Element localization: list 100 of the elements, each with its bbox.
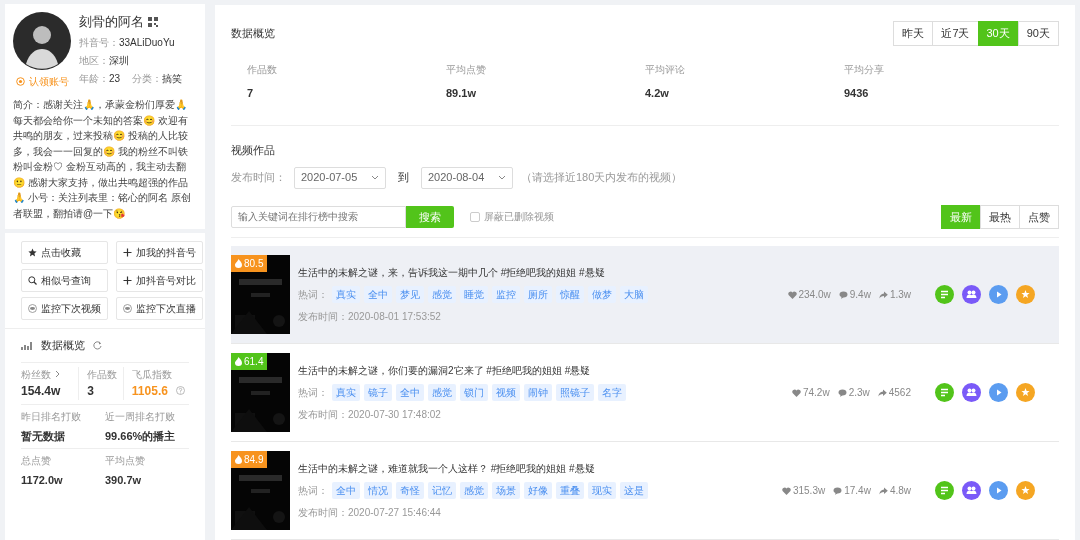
hot-word-tag[interactable]: 全中	[332, 482, 360, 499]
shares-count: 4.8w	[889, 484, 911, 498]
likes-count: 74.2w	[802, 386, 830, 400]
action-button[interactable]: 加抖音号对比	[116, 269, 203, 292]
eye-icon	[123, 304, 132, 313]
people-icon[interactable]	[962, 285, 981, 304]
age-label: 年龄：	[79, 71, 109, 86]
hot-word-tag[interactable]: 照镜子	[556, 384, 594, 401]
sort-tab[interactable]: 点赞	[1019, 204, 1059, 229]
range-tab[interactable]: 30天	[977, 21, 1019, 46]
video-title[interactable]: 生活中的未解之谜，来，告诉我这一期中几个 #拒绝吧我的姐姐 #悬疑	[298, 265, 788, 280]
publish-time: 发布时间：2020-07-27 15:46:44	[298, 506, 442, 520]
action-button[interactable]: 加我的抖音号	[116, 241, 203, 264]
hot-word-tag[interactable]: 好像	[524, 482, 552, 499]
hot-word-tag[interactable]: 梦见	[396, 286, 424, 303]
sort-tab[interactable]: 最热	[980, 204, 1020, 229]
id-label: 抖音号：	[79, 35, 119, 50]
range-tab[interactable]: 90天	[1017, 21, 1059, 46]
hot-word-tag[interactable]: 惊醒	[556, 286, 584, 303]
search-field[interactable]: 输入关键词在排行榜中搜索	[231, 205, 406, 228]
plus-icon	[123, 276, 132, 285]
hot-word-tag[interactable]: 大脑	[620, 286, 648, 303]
stat-label[interactable]: 粉丝数	[21, 366, 51, 382]
hot-word-tag[interactable]: 现实	[588, 482, 616, 499]
people-icon[interactable]	[962, 481, 981, 500]
stat-value: 1172.0w	[21, 473, 64, 488]
hot-word-tag[interactable]: 重叠	[556, 482, 584, 499]
search-button[interactable]: 搜索	[406, 205, 454, 228]
hot-word-tag[interactable]: 真实	[332, 286, 360, 303]
heart-icon	[781, 486, 791, 495]
chevron-down-icon	[371, 175, 379, 180]
stat-label: 昨日排名打败	[21, 409, 82, 424]
stat-label: 平均点赞	[446, 62, 487, 77]
hot-word-tag[interactable]: 全中	[364, 286, 392, 303]
to-label: 到	[397, 170, 410, 186]
hot-word-tag[interactable]: 厕所	[524, 286, 552, 303]
hot-word-tag[interactable]: 视频	[492, 384, 520, 401]
help-icon[interactable]	[175, 386, 185, 395]
date-hint: （请选择近180天内发布的视频）	[521, 170, 683, 186]
action-button[interactable]: 相似号查询	[21, 269, 108, 292]
stat-label: 平均点赞	[105, 454, 146, 468]
play-icon[interactable]	[989, 383, 1008, 402]
hot-word-tag[interactable]: 奇怪	[396, 482, 424, 499]
date-picker[interactable]: 2020-08-04	[421, 166, 513, 189]
comments-count: 17.4w	[844, 484, 871, 498]
hot-word-tag[interactable]: 全中	[396, 384, 424, 401]
hot-word-tag[interactable]: 名字	[598, 384, 626, 401]
video-title[interactable]: 生活中的未解之谜，难道就我一个人这样？ #拒绝吧我的姐姐 #悬疑	[298, 461, 782, 476]
hot-word-tag[interactable]: 这是	[620, 482, 648, 499]
video-row[interactable]: 84.9 生活中的未解之谜，难道就我一个人这样？ #拒绝吧我的姐姐 #悬疑 热词： 全中 情况 奇怪 记忆 感觉 场景 好像 重叠 现实 这是 发布时间：2020-07-27 15:46:44 315.3w 17.4w 4.8w	[231, 442, 1059, 540]
stat-label: 总点赞	[21, 454, 52, 468]
heat-badge: 84.9	[231, 451, 268, 468]
hot-word-tag[interactable]: 做梦	[588, 286, 616, 303]
refresh-icon[interactable]	[93, 340, 102, 350]
people-icon[interactable]	[962, 383, 981, 402]
stat-value: 9436	[844, 85, 870, 101]
hot-word-tag[interactable]: 监控	[492, 286, 520, 303]
action-button[interactable]: 监控下次直播	[116, 297, 203, 320]
comment-icon	[833, 486, 843, 495]
list-icon[interactable]	[935, 285, 954, 304]
stat-label: 飞瓜指数	[131, 367, 172, 382]
chevron-right-icon[interactable]	[55, 370, 60, 378]
stat-label: 作品数	[247, 62, 278, 77]
hot-word-tag[interactable]: 真实	[332, 384, 360, 401]
hot-word-tag[interactable]: 场景	[492, 482, 520, 499]
comments-count: 2.3w	[848, 386, 870, 400]
share-icon	[878, 290, 888, 299]
checkbox[interactable]	[470, 211, 480, 222]
action-button[interactable]: 点击收藏	[21, 241, 108, 264]
action-button[interactable]: 监控下次视频	[21, 297, 108, 320]
sort-tab[interactable]: 最新	[941, 204, 981, 229]
stat-value: 4.2w	[645, 85, 670, 101]
hot-word-tag[interactable]: 锁门	[460, 384, 488, 401]
list-icon[interactable]	[935, 383, 954, 402]
flame-icon	[235, 455, 242, 464]
star-icon	[28, 248, 37, 257]
hot-word-tag[interactable]: 记忆	[428, 482, 456, 499]
play-icon[interactable]	[989, 481, 1008, 500]
date-picker[interactable]: 2020-07-05	[294, 166, 386, 189]
hot-word-tag[interactable]: 感觉	[428, 286, 456, 303]
hot-word-tag[interactable]: 睡觉	[460, 286, 488, 303]
comment-icon	[838, 290, 848, 299]
account-name: 刻骨的阿名	[79, 13, 144, 31]
hot-word-tag[interactable]: 镜子	[364, 384, 392, 401]
hot-word-tag[interactable]: 感觉	[428, 384, 456, 401]
hot-word-tag[interactable]: 感觉	[460, 482, 488, 499]
claim-account-link[interactable]: 认领账号	[28, 74, 69, 89]
section-title: 数据概览	[41, 338, 85, 353]
video-row[interactable]: 61.4 生活中的未解之谜，你们要的漏洞2它来了 #拒绝吧我的姐姐 #悬疑 热词： 真实 镜子 全中 感觉 锁门 视频 闹钟 照镜子 名字 发布时间：2020-07-30 17:48:02 74.2w 2.3w 4562	[231, 344, 1059, 442]
play-icon[interactable]	[989, 285, 1008, 304]
stat-value: 154.4w	[21, 382, 61, 400]
video-row[interactable]: 80.5 生活中的未解之谜，来，告诉我这一期中几个 #拒绝吧我的姐姐 #悬疑 热词： 真实 全中 梦见 感觉 睡觉 监控 厕所 惊醒 做梦 大脑 发布时间：2020-08-01 17:53:52 234.0w 9.4w 1.3w	[231, 246, 1059, 344]
range-tab[interactable]: 昨天	[893, 21, 934, 46]
age-value: 23	[109, 71, 121, 86]
hot-word-tag[interactable]: 闹钟	[524, 384, 552, 401]
hot-word-tag[interactable]: 情况	[364, 482, 392, 499]
list-icon[interactable]	[935, 481, 954, 500]
date-label: 发布时间：	[231, 170, 286, 186]
stat-label: 平均分享	[844, 62, 885, 77]
video-title[interactable]: 生活中的未解之谜，你们要的漏洞2它来了 #拒绝吧我的姐姐 #悬疑	[298, 363, 792, 378]
